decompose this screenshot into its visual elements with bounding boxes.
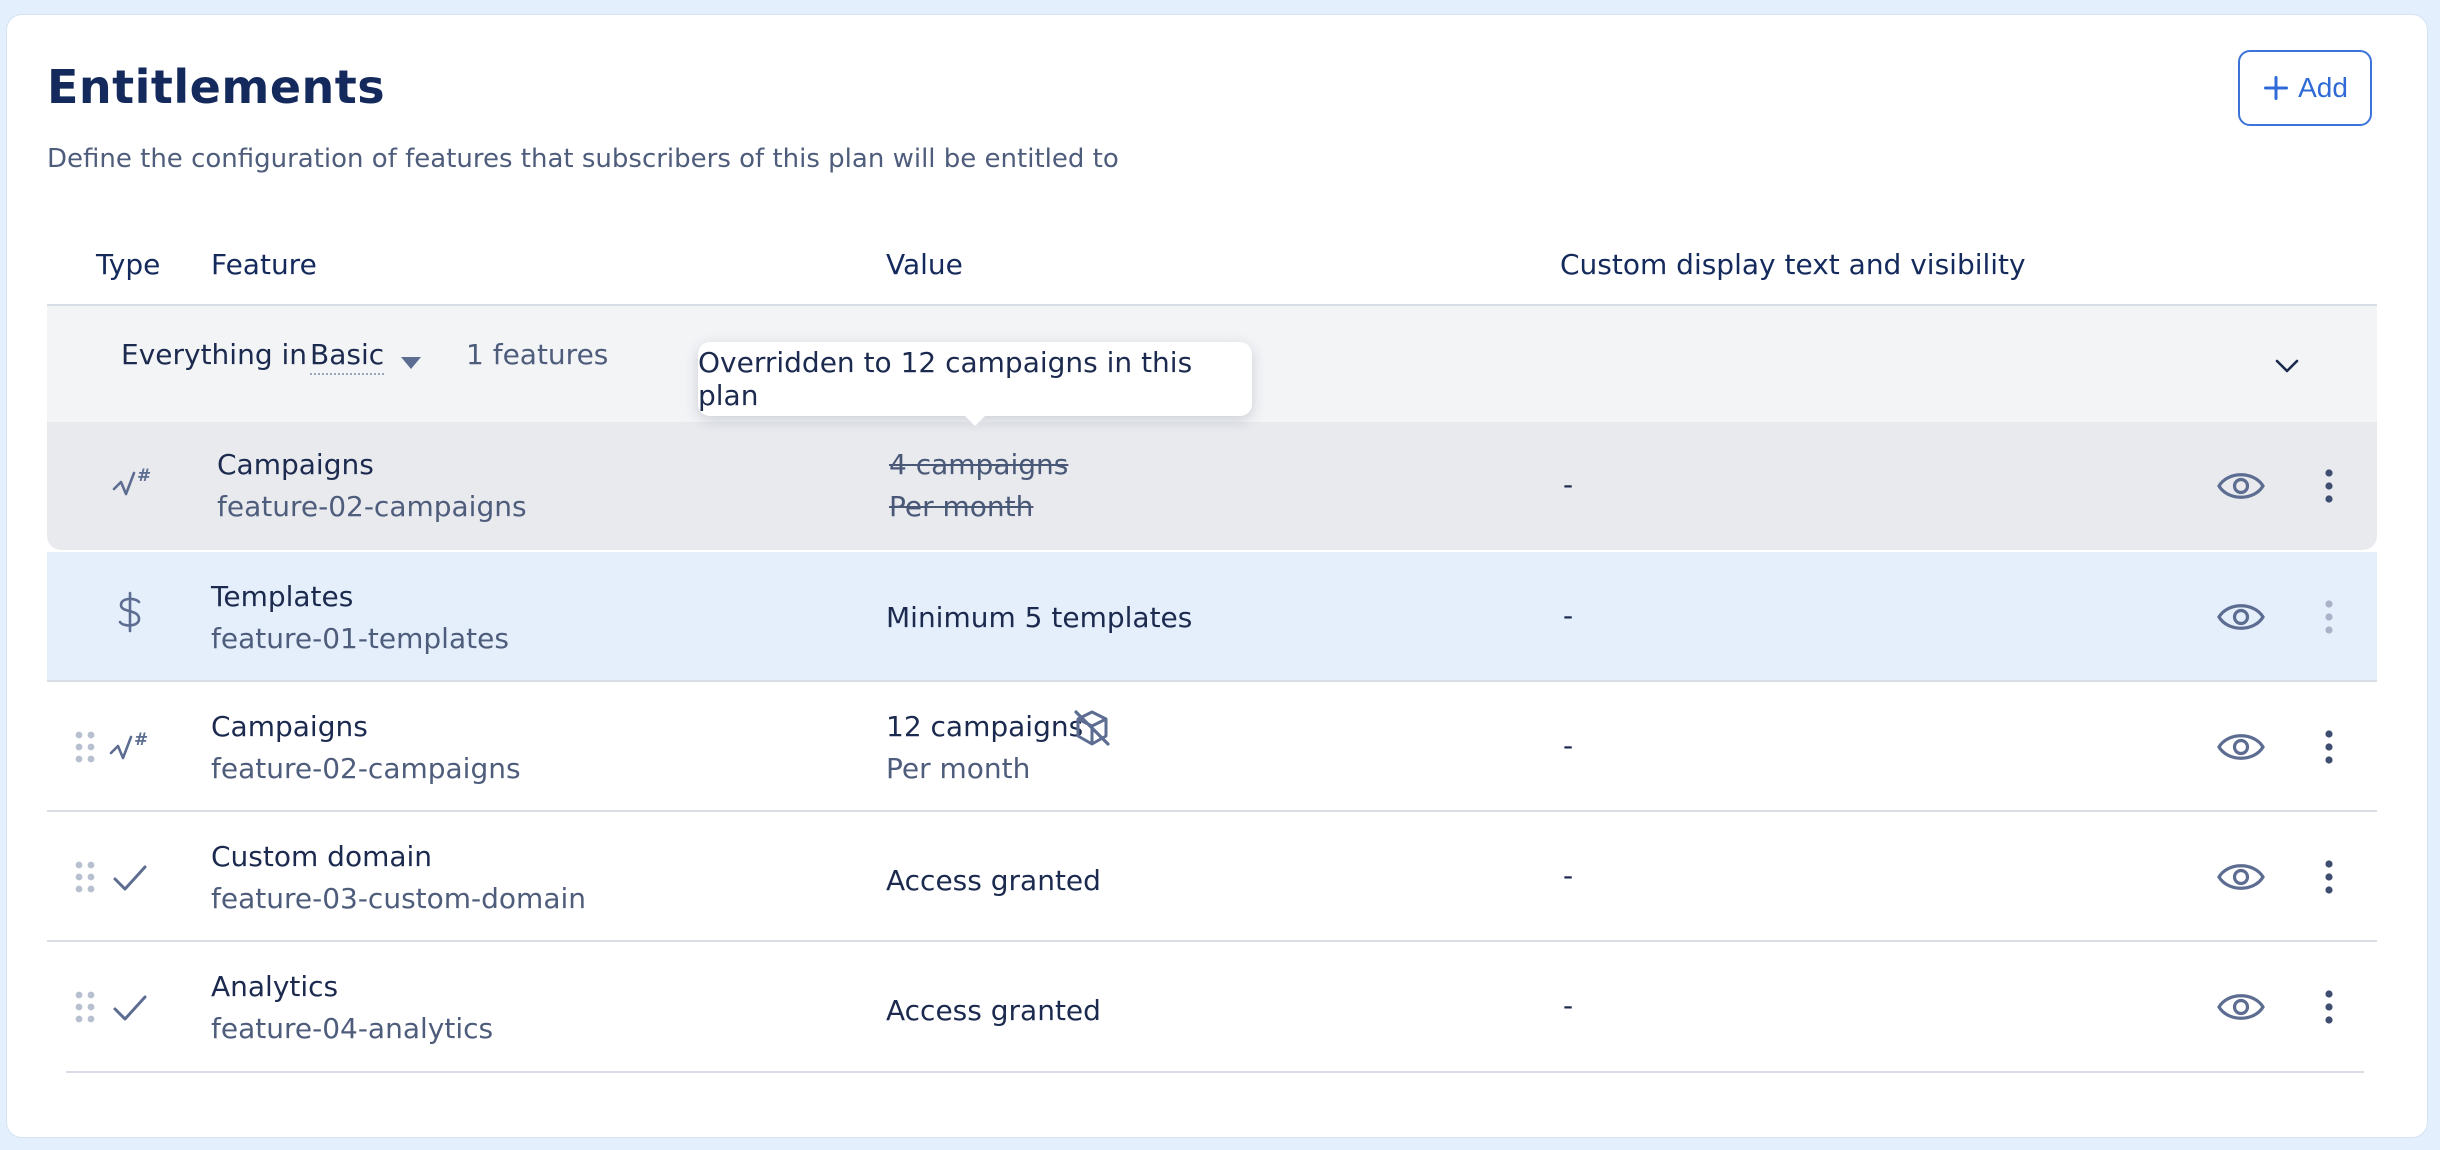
table-row[interactable]: [47, 552, 2377, 682]
custom-display-text: -: [1563, 729, 1574, 762]
metered-icon: #: [109, 730, 148, 760]
feature-value: Access granted: [886, 994, 1101, 1027]
table-row[interactable]: [47, 812, 2377, 942]
feature-name: Templates: [211, 580, 354, 613]
drag-handle-icon[interactable]: [74, 730, 96, 764]
feature-value-sub: Per month: [886, 752, 1031, 785]
caret-down-icon[interactable]: [400, 356, 422, 370]
custom-display-text: -: [1563, 599, 1574, 632]
feature-key: feature-03-custom-domain: [211, 882, 587, 915]
feature-name: Custom domain: [211, 840, 433, 873]
more-options-icon[interactable]: [2322, 599, 2336, 635]
check-icon: [113, 865, 147, 891]
svg-text:#: #: [137, 466, 151, 486]
table-bottom-divider: [66, 1071, 2364, 1073]
feature-key: feature-01-templates: [211, 622, 509, 655]
table-row[interactable]: [47, 942, 2377, 1072]
column-header-custom-display: Custom display text and visibility: [1560, 248, 2026, 281]
more-options-icon[interactable]: [2322, 729, 2336, 765]
group-feature-count: 1 features: [466, 338, 609, 371]
override-box-icon: [1074, 710, 1110, 746]
feature-name: Analytics: [211, 970, 339, 1003]
column-header-type: Type: [96, 248, 161, 281]
dollar-icon: [118, 591, 141, 633]
feature-value: Minimum 5 templates: [886, 601, 1193, 634]
feature-key: feature-04-analytics: [211, 1012, 494, 1045]
metered-icon: #: [112, 466, 151, 496]
overridden-value-main: 4 campaigns: [889, 448, 1069, 481]
feature-value: 12 campaigns: [886, 710, 1084, 743]
column-header-value: Value: [886, 248, 963, 281]
group-prefix-label: Everything in: [121, 338, 308, 371]
group-plan-select[interactable]: Basic: [310, 338, 385, 375]
table-row[interactable]: [47, 682, 2377, 812]
check-icon: [113, 995, 147, 1021]
feature-value: Access granted: [886, 864, 1101, 897]
eye-icon[interactable]: [2216, 727, 2266, 767]
column-header-feature: Feature: [211, 248, 317, 281]
custom-display-text: -: [1563, 468, 1574, 501]
chevron-down-icon[interactable]: [2272, 356, 2302, 376]
plus-icon: [2264, 75, 2289, 101]
overridden-value-sub: Per month: [889, 490, 1034, 523]
more-options-icon[interactable]: [2322, 468, 2336, 504]
drag-handle-icon[interactable]: [74, 990, 96, 1024]
custom-display-text: -: [1563, 989, 1574, 1022]
add-button[interactable]: Add: [2238, 50, 2372, 126]
page-title: Entitlements: [47, 60, 386, 114]
eye-icon[interactable]: [2216, 857, 2266, 897]
feature-name: Campaigns: [211, 710, 368, 743]
eye-icon[interactable]: [2216, 597, 2266, 637]
tooltip-arrow: [963, 414, 987, 426]
feature-key: feature-02-campaigns: [211, 752, 521, 785]
feature-name: Campaigns: [217, 448, 374, 481]
drag-handle-icon[interactable]: [74, 860, 96, 894]
svg-text:#: #: [134, 730, 148, 750]
eye-icon[interactable]: [2216, 987, 2266, 1027]
override-tooltip: Overridden to 12 campaigns in this plan: [698, 342, 1252, 416]
add-button-label: Add: [2298, 72, 2348, 103]
custom-display-text: -: [1563, 859, 1574, 892]
eye-icon[interactable]: [2216, 466, 2266, 506]
more-options-icon[interactable]: [2322, 989, 2336, 1025]
feature-key: feature-02-campaigns: [217, 490, 527, 523]
page-subtitle: Define the configuration of features tha…: [47, 144, 1119, 174]
inherited-feature-row: [47, 422, 2377, 550]
more-options-icon[interactable]: [2322, 859, 2336, 895]
